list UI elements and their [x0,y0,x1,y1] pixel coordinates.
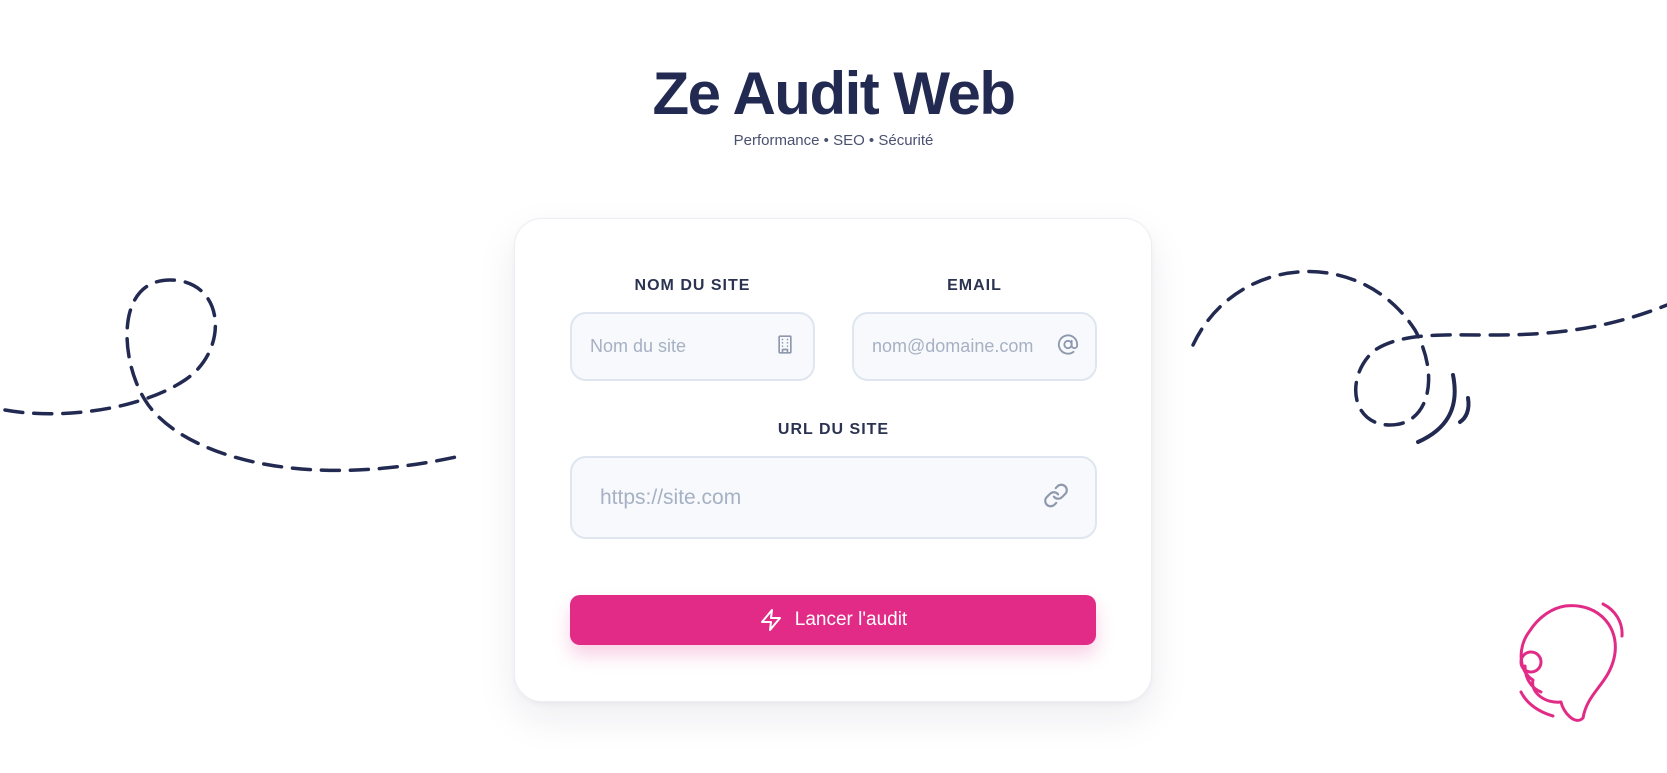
launch-audit-button[interactable]: Lancer l'audit [570,595,1096,645]
lightning-bolt-icon [759,608,783,632]
page-header: Ze Audit Web Performance • SEO • Sécurit… [0,62,1667,150]
url-field[interactable] [570,456,1097,539]
link-icon [1043,482,1069,513]
email-input[interactable] [872,314,1052,379]
app-subtitle: Performance • SEO • Sécurité [733,132,934,149]
url-label: URL DU SITE [777,421,890,438]
email-field[interactable] [852,312,1097,381]
launch-audit-button-label: Lancer l'audit [794,609,908,630]
url-input[interactable] [600,458,1020,537]
site-name-input[interactable] [590,314,765,379]
email-label: EMAIL [947,277,1002,294]
site-name-label: NOM DU SITE [634,277,751,294]
audit-form-card: NOM DU SITE EMAIL URL DU SITE [514,218,1152,702]
app-title: Ze Audit Web [652,60,1016,127]
at-sign-icon [1057,333,1079,360]
building-icon [775,334,795,359]
brand-mark-icon [1519,602,1624,722]
site-name-field[interactable] [570,312,815,381]
